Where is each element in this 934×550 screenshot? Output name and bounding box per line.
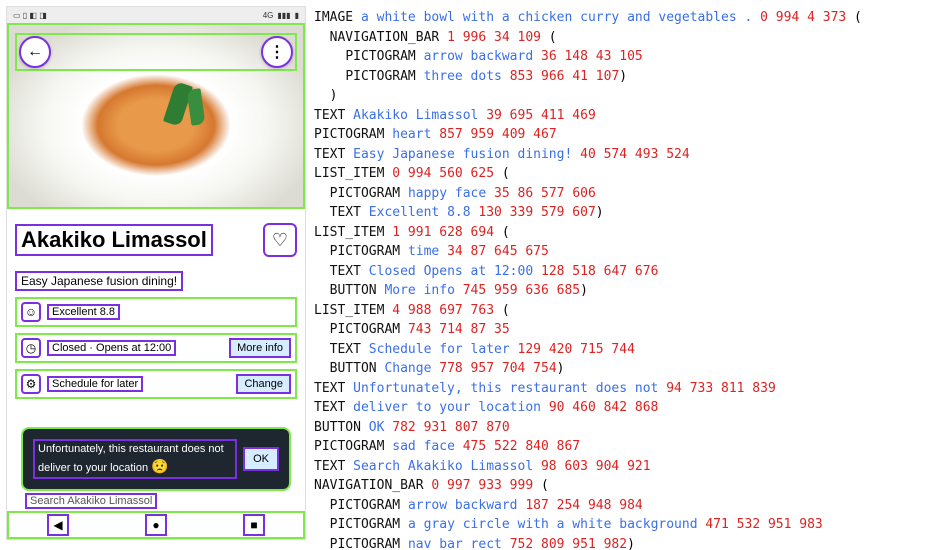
search-hint-text: Search Akakiko Limassol (25, 493, 157, 509)
signal-icon: ▮▮▮ (277, 11, 290, 20)
list-item-rating: ☺ Excellent 8.8 (15, 297, 297, 327)
nav-back-button[interactable]: ◀ (47, 514, 69, 536)
schedule-text: Schedule for later (47, 376, 143, 392)
toast-message: Unfortunately, this restaurant does not … (33, 439, 237, 479)
more-info-button[interactable]: More info (229, 338, 291, 358)
battery-icon: ▮ (295, 11, 299, 20)
list-item-schedule: ⚙ Schedule for later Change (15, 369, 297, 399)
three-dots-icon: ⋮ (269, 42, 285, 62)
phone-mockup-panel: ▭ ▯ ◧ ◨ 4G ▮▮▮ ▮ ← ⋮ Akakiko Limassol ♡ … (0, 0, 310, 550)
change-button[interactable]: Change (236, 374, 291, 394)
status-left-icons: ▭ ▯ ◧ ◨ (13, 11, 47, 20)
annotation-tree: IMAGE a white bowl with a chicken curry … (310, 0, 934, 550)
more-menu-button[interactable]: ⋮ (261, 36, 293, 68)
nav-home-button[interactable]: ● (145, 514, 167, 536)
rating-text: Excellent 8.8 (47, 304, 120, 320)
restaurant-subtitle: Easy Japanese fusion dining! (15, 271, 183, 291)
hours-text: Closed · Opens at 12:00 (47, 340, 176, 356)
status-bar: ▭ ▯ ◧ ◨ 4G ▮▮▮ ▮ (7, 7, 305, 23)
arrow-backward-icon: ◀ (53, 518, 62, 532)
back-button[interactable]: ← (19, 36, 51, 68)
hero-image-region: ← ⋮ (7, 23, 305, 209)
toast-line2: deliver to your location (38, 462, 148, 474)
content-area: Akakiko Limassol ♡ Easy Japanese fusion … (7, 209, 305, 399)
arrow-backward-icon: ← (27, 43, 43, 61)
toast-ok-button[interactable]: OK (243, 447, 279, 471)
nav-bar-rect-icon: ■ (250, 518, 257, 532)
restaurant-title: Akakiko Limassol (15, 224, 213, 256)
phone-frame: ▭ ▯ ◧ ◨ 4G ▮▮▮ ▮ ← ⋮ Akakiko Limassol ♡ … (6, 6, 306, 540)
system-navigation-bar: ◀ ● ■ (7, 511, 305, 539)
favorite-button[interactable]: ♡ (263, 223, 297, 257)
heart-icon: ♡ (272, 230, 288, 251)
toast-line1: Unfortunately, this restaurant does not (38, 443, 224, 455)
sad-face-icon: 😟 (151, 458, 168, 474)
schedule-icon: ⚙ (21, 374, 41, 394)
home-circle-icon: ● (152, 518, 159, 532)
time-icon: ◷ (21, 338, 41, 358)
list-item-hours: ◷ Closed · Opens at 12:00 More info (15, 333, 297, 363)
status-right-icons: 4G ▮▮▮ ▮ (263, 11, 299, 20)
network-label: 4G (263, 11, 274, 20)
hero-navigation-bar: ← ⋮ (15, 33, 297, 71)
delivery-error-toast: Unfortunately, this restaurant does not … (21, 427, 291, 491)
nav-recent-button[interactable]: ■ (243, 514, 265, 536)
happy-face-icon: ☺ (21, 302, 41, 322)
